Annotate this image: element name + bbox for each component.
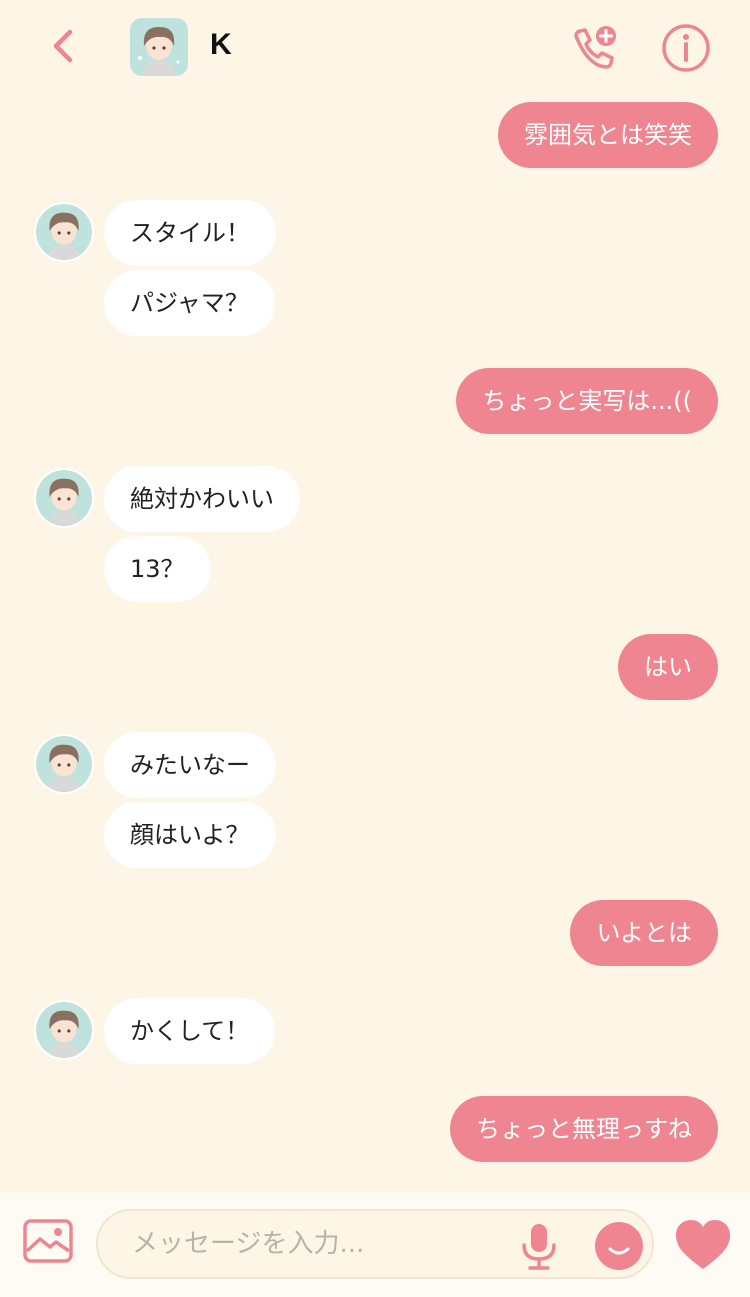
contact-avatar[interactable]	[130, 18, 188, 76]
chat-header: K	[0, 0, 750, 96]
message-bubble-incoming[interactable]: 顔はいよ？	[104, 802, 276, 868]
message-bubble-outgoing[interactable]: はい	[618, 634, 718, 700]
message-bubble-incoming[interactable]: スタイル！	[104, 200, 276, 266]
microphone-icon[interactable]	[516, 1221, 562, 1271]
message-bubble-incoming[interactable]: 絶対かわいい	[104, 466, 300, 532]
message-input-placeholder: メッセージを入力...	[132, 1229, 365, 1259]
info-icon[interactable]	[660, 22, 712, 74]
sender-avatar[interactable]	[34, 1000, 94, 1060]
contact-name: K	[210, 28, 232, 61]
message-bubble-outgoing[interactable]: 雰囲気とは笑笑	[498, 102, 718, 168]
image-icon[interactable]	[22, 1217, 74, 1265]
message-input-bar: メッセージを入力...	[0, 1193, 750, 1297]
sender-avatar[interactable]	[34, 734, 94, 794]
message-bubble-outgoing[interactable]: ちょっと無理っすね	[450, 1096, 718, 1162]
message-list[interactable]: 雰囲気とは笑笑 スタイル！ パジャマ？ ちょっと実写は...(( 絶対かわいい …	[0, 96, 750, 1192]
message-bubble-incoming[interactable]: みたいなー	[104, 732, 276, 798]
chevron-left-icon[interactable]	[44, 26, 84, 66]
message-bubble-outgoing[interactable]: いよとは	[570, 900, 718, 966]
message-bubble-incoming[interactable]: パジャマ？	[104, 270, 275, 336]
message-bubble-incoming[interactable]: 13？	[104, 536, 211, 602]
message-input[interactable]: メッセージを入力...	[96, 1209, 654, 1279]
sender-avatar[interactable]	[34, 468, 94, 528]
phone-plus-icon[interactable]	[568, 22, 620, 74]
heart-icon[interactable]	[674, 1219, 732, 1271]
sender-avatar[interactable]	[34, 202, 94, 262]
message-bubble-incoming[interactable]: かくして！	[104, 998, 276, 1064]
message-bubble-outgoing[interactable]: ちょっと実写は...((	[456, 368, 718, 434]
smiley-icon[interactable]	[594, 1221, 644, 1271]
